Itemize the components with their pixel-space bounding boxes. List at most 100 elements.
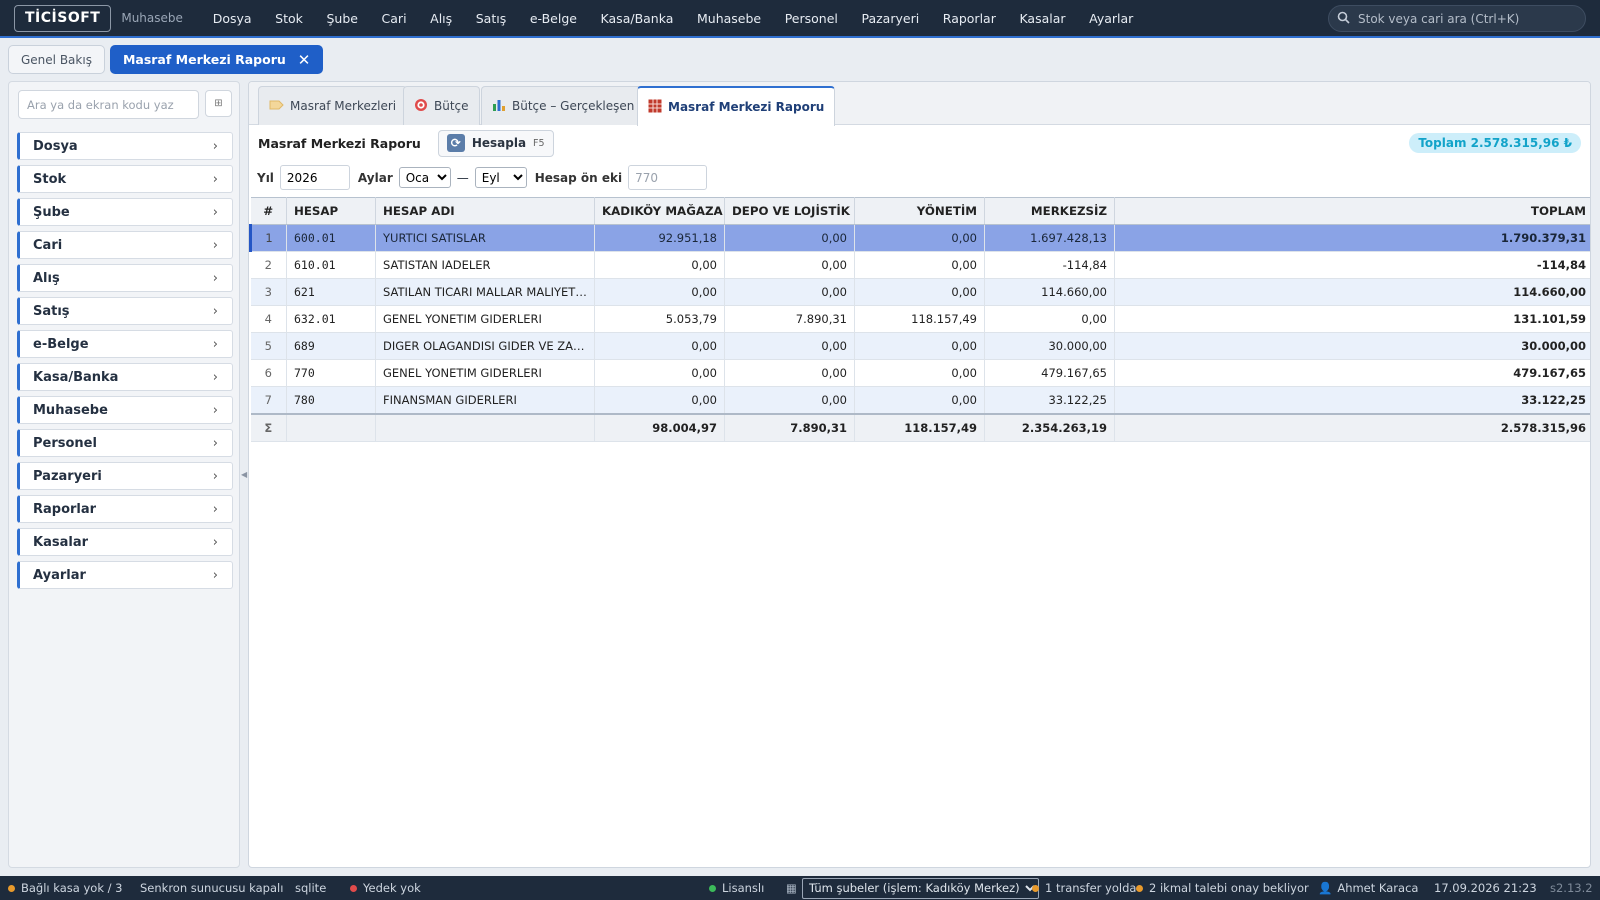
cell-depo-lojistik: 7.890,31 [724, 305, 855, 333]
total-badge: Toplam 2.578.315,96 ₺ [1409, 133, 1581, 153]
status-user-text: Ahmet Karaca [1337, 881, 1419, 895]
global-search-box [1328, 5, 1586, 32]
report-title: Masraf Merkezi Raporu [258, 135, 421, 151]
top-menu-satis[interactable]: Satış [464, 11, 518, 26]
table-row[interactable]: 4 632.01 GENEL YONETIM GIDERLERI 5.053,7… [250, 305, 1590, 333]
sidebar-item-muhasebe[interactable]: Muhasebe › [17, 396, 233, 424]
status-backup-text: Yedek yok [363, 881, 421, 895]
account-name: GENEL YONETIM GIDERLERI [375, 359, 595, 387]
tab-butce[interactable]: Bütçe [403, 86, 480, 125]
cell-depo-lojistik: 0,00 [724, 251, 855, 279]
column-header-kadikoy-magaza[interactable]: KADIKÖY MAĞAZA [594, 197, 725, 225]
sidebar-search-input[interactable] [18, 90, 199, 119]
top-menu-alis[interactable]: Alış [418, 11, 464, 26]
open-tab-label: Genel Bakış [21, 52, 92, 67]
account-name: SATILAN TICARI MALLAR MALIYETI (-) [375, 278, 595, 306]
tab-butce-gerceklesen[interactable]: Bütçe – Gerçekleşen [481, 86, 646, 125]
tab-masraf-merkezleri[interactable]: Masraf Merkezleri [258, 86, 408, 125]
table-row[interactable]: 6 770 GENEL YONETIM GIDERLERI 0,00 0,00 … [250, 359, 1590, 387]
top-menu-pazaryeri[interactable]: Pazaryeri [850, 11, 931, 26]
account-code: 780 [286, 386, 376, 414]
column-header-merkezsiz[interactable]: MERKEZSİZ [984, 197, 1115, 225]
sidebar-item-kasa-banka[interactable]: Kasa/Banka › [17, 363, 233, 391]
row-index: 4 [250, 305, 287, 333]
sidebar-item-sube[interactable]: Şube › [17, 198, 233, 226]
close-icon[interactable]: ✕ [298, 51, 311, 69]
column-header-yonetim[interactable]: YÖNETİM [854, 197, 985, 225]
month-separator: — [456, 170, 469, 185]
month-from-select[interactable]: Oca [398, 167, 451, 188]
sidebar-item-e-belge[interactable]: e-Belge › [17, 330, 233, 358]
sidebar-item-dosya[interactable]: Dosya › [17, 132, 233, 160]
top-menu-kasa-banka[interactable]: Kasa/Banka [589, 11, 685, 26]
column-header-hesap[interactable]: HESAP [286, 197, 376, 225]
column-header-depo-lojistik[interactable]: DEPO VE LOJİSTİK [724, 197, 855, 225]
top-menu-dosya[interactable]: Dosya [201, 11, 263, 26]
top-menu-raporlar[interactable]: Raporlar [931, 11, 1008, 26]
table-row[interactable]: 7 780 FINANSMAN GIDERLERI 0,00 0,00 0,00… [250, 386, 1590, 414]
top-menu-cari[interactable]: Cari [370, 11, 419, 26]
grid-icon[interactable]: ⊞ [205, 90, 232, 117]
year-input[interactable] [279, 165, 350, 190]
account-name: SATISTAN IADELER [375, 251, 595, 279]
chevron-right-icon: › [212, 468, 218, 484]
open-tabs-bar: Genel Bakış Masraf Merkezi Raporu ✕ [8, 45, 324, 74]
tab-masraf-merkezi-raporu[interactable]: Masraf Merkezi Raporu [637, 86, 836, 126]
table-row[interactable]: 2 610.01 SATISTAN IADELER 0,00 0,00 0,00… [250, 251, 1590, 279]
cell-yonetim: 0,00 [854, 332, 985, 360]
total-merkezsiz: 2.354.263,19 [984, 412, 1115, 442]
account-prefix-input[interactable] [628, 165, 708, 190]
sidebar-item-kasalar[interactable]: Kasalar › [17, 528, 233, 556]
sidebar-item-cari[interactable]: Cari › [17, 231, 233, 259]
sidebar-item-label: Kasa/Banka [33, 369, 119, 385]
total-toplam: 2.578.315,96 [1114, 412, 1590, 442]
sidebar-item-alis[interactable]: Alış › [17, 264, 233, 292]
cell-merkezsiz: 33.122,25 [984, 386, 1115, 414]
month-to-select[interactable]: Eyl [474, 167, 527, 188]
app-logo[interactable]: TİCİSOFT [14, 4, 112, 32]
account-code: 621 [286, 278, 376, 306]
column-header-hesap-adi[interactable]: HESAP ADI [375, 197, 595, 225]
top-menu-muhasebe[interactable]: Muhasebe [685, 11, 773, 26]
top-menu-ayarlar[interactable]: Ayarlar [1077, 11, 1145, 26]
table-row[interactable]: 5 689 DIGER OLAGANDISI GIDER VE ZARARLAR… [250, 332, 1590, 360]
sidebar-item-label: Kasalar [33, 534, 88, 550]
top-menu-stok[interactable]: Stok [263, 11, 314, 26]
status-transfer: 1 transfer yolda [1032, 876, 1136, 900]
sidebar-item-satis[interactable]: Satış › [17, 297, 233, 325]
chevron-right-icon: › [212, 402, 218, 418]
account-name: DIGER OLAGANDISI GIDER VE ZARARLAR [375, 332, 595, 360]
table-row[interactable]: 1 600.01 YURTICI SATISLAR 92.951,18 0,00… [249, 224, 1590, 252]
top-menu-kasalar[interactable]: Kasalar [1008, 11, 1078, 26]
sidebar-item-stok[interactable]: Stok › [17, 165, 233, 193]
calculate-button[interactable]: ⟳ Hesapla F5 [437, 129, 554, 157]
column-header-toplam[interactable]: TOPLAM [1114, 197, 1590, 225]
total-depo-lojistik: 7.890,31 [724, 412, 855, 442]
open-tab-genel-bakis[interactable]: Genel Bakış [8, 45, 105, 74]
cell-kadikoy-magaza: 0,00 [594, 251, 725, 279]
column-header-index[interactable]: # [250, 197, 287, 225]
sidebar-item-personel[interactable]: Personel › [17, 429, 233, 457]
global-search-input[interactable] [1358, 11, 1568, 26]
cell-merkezsiz: 30.000,00 [984, 332, 1115, 360]
cell-merkezsiz: 114.660,00 [984, 278, 1115, 306]
cell-toplam: -114,84 [1114, 251, 1590, 279]
sidebar-item-label: Alış [33, 270, 60, 286]
status-requests-text: 2 ikmal talebi onay bekliyor [1149, 881, 1309, 895]
top-menu-sube[interactable]: Şube [315, 11, 370, 26]
sidebar-item-pazaryeri[interactable]: Pazaryeri › [17, 462, 233, 490]
sidebar-item-raporlar[interactable]: Raporlar › [17, 495, 233, 523]
top-menu-personel[interactable]: Personel [773, 11, 850, 26]
target-icon [414, 98, 428, 115]
warning-dot-icon [1032, 884, 1039, 892]
branch-select[interactable]: Tüm şubeler (işlem: Kadıköy Merkez) [801, 877, 1039, 899]
sidebar-item-label: Satış [33, 303, 70, 319]
open-tab-masraf-merkezi-raporu[interactable]: Masraf Merkezi Raporu ✕ [109, 45, 324, 74]
top-menu-e-belge[interactable]: e-Belge [518, 11, 589, 26]
sidebar-collapse-handle[interactable]: ◀ [241, 470, 247, 479]
sidebar-item-label: Stok [33, 171, 67, 187]
table-row[interactable]: 3 621 SATILAN TICARI MALLAR MALIYETI (-)… [250, 278, 1590, 306]
cell-kadikoy-magaza: 5.053,79 [594, 305, 725, 333]
row-index: 2 [250, 251, 287, 279]
sidebar-item-ayarlar[interactable]: Ayarlar › [17, 561, 233, 589]
